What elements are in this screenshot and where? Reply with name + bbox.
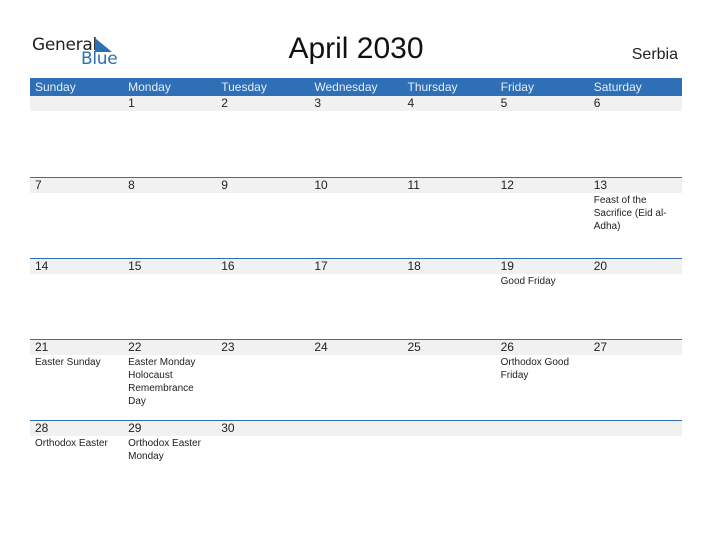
- event-row: Feast of the Sacrifice (Eid al-Adha): [30, 193, 682, 233]
- day-number-row: 1 2 3 4 5 6: [30, 96, 682, 111]
- holiday-label: [589, 355, 682, 408]
- day-number: 18: [407, 259, 421, 273]
- weekday-saturday: Saturday: [593, 80, 642, 94]
- day-number: 6: [593, 96, 601, 110]
- day-number: 28: [35, 421, 49, 435]
- holiday-label: Orthodox Easter: [35, 438, 108, 449]
- day-number-row: 21 22 23 24 25 26 27: [30, 340, 682, 355]
- holiday-label: [309, 111, 402, 112]
- day-number: 5: [500, 96, 508, 110]
- holiday-label: [589, 274, 682, 288]
- day-number: 4: [407, 96, 415, 110]
- day-number: 16: [221, 259, 235, 273]
- day-number: 27: [593, 340, 608, 354]
- day-number: 8: [128, 178, 135, 192]
- day-number: 1: [128, 96, 135, 110]
- holiday-label: [309, 436, 402, 463]
- holiday-label: [30, 193, 123, 233]
- holiday-label: [309, 355, 402, 408]
- day-number: [403, 421, 496, 436]
- holiday-label: [496, 111, 589, 112]
- holiday-label: [123, 274, 216, 288]
- day-number: [496, 421, 589, 436]
- day-number: 24: [314, 340, 328, 354]
- holiday-label: Feast of the Sacrifice (Eid al-Adha): [593, 195, 667, 232]
- holiday-label: [403, 436, 496, 463]
- day-number: 22: [128, 340, 142, 354]
- holiday-label: [216, 355, 309, 408]
- week-row: 21 22 23 24 25 26 27 Easter Sunday Easter Monday…: [30, 339, 682, 420]
- day-number: 14: [35, 259, 49, 273]
- holiday-label: [496, 193, 589, 233]
- holiday-label: Orthodox Easter Monday: [128, 438, 201, 462]
- day-number: 12: [500, 178, 514, 192]
- day-number: 20: [593, 259, 608, 273]
- holiday-label: [589, 436, 682, 463]
- holiday-label: [216, 436, 309, 463]
- holiday-label: Good Friday: [500, 276, 556, 287]
- weekday-monday: Monday: [128, 80, 171, 94]
- day-number: 19: [500, 259, 514, 273]
- holiday-label: [403, 111, 496, 112]
- event-row: Orthodox Easter Orthodox Easter Monday: [30, 436, 682, 463]
- day-number: 21: [35, 340, 49, 354]
- day-number: [589, 421, 682, 436]
- weekday-sunday: Sunday: [35, 80, 76, 94]
- week-row: 14 15 16 17 18 19 20 Good Friday: [30, 258, 682, 339]
- weekday-friday: Friday: [500, 80, 534, 94]
- day-number: 26: [500, 340, 514, 354]
- day-number: 13: [593, 178, 608, 192]
- holiday-label: [123, 111, 216, 112]
- country-label: Serbia: [631, 46, 678, 63]
- holiday-label: [216, 111, 309, 112]
- weekday-wednesday: Wednesday: [314, 80, 378, 94]
- holiday-label: [216, 274, 309, 288]
- day-number: 2: [221, 96, 228, 110]
- holiday-label: Orthodox Good Friday: [500, 357, 569, 381]
- weekday-header: Sunday Monday Tuesday Wednesday Thursday…: [30, 78, 682, 96]
- weekday-thursday: Thursday: [407, 80, 458, 94]
- holiday-label: [589, 111, 682, 112]
- week-row: 28 29 30 Orthodox Easter Orthodox Easter Mon…: [30, 420, 682, 501]
- holiday-label: [123, 193, 216, 233]
- day-number-row: 7 8 9 10 11 12 13: [30, 178, 682, 193]
- day-number: 30: [221, 421, 235, 435]
- holiday-label: [309, 193, 402, 233]
- holiday-label: [309, 274, 402, 288]
- holiday-label: Easter Monday Holocaust Remembrance Day: [128, 357, 196, 407]
- day-number: 10: [314, 178, 328, 192]
- day-number-row: 14 15 16 17 18 19 20: [30, 259, 682, 274]
- weekday-tuesday: Tuesday: [221, 80, 267, 94]
- holiday-label: [403, 274, 496, 288]
- day-number: 15: [128, 259, 142, 273]
- holiday-label: [30, 274, 123, 288]
- day-number: 11: [407, 178, 420, 192]
- holiday-label: [403, 193, 496, 233]
- weeks-container: 1 2 3 4 5 6 7 8 9 10 11 12 13 Feast of the Sacrifice …: [30, 96, 682, 501]
- day-number: [309, 421, 402, 436]
- calendar: Sunday Monday Tuesday Wednesday Thursday…: [30, 78, 682, 501]
- day-number: 7: [35, 178, 42, 192]
- day-number: 29: [128, 421, 142, 435]
- week-row: 1 2 3 4 5 6: [30, 96, 682, 177]
- day-number: 3: [314, 96, 322, 110]
- holiday-label: [403, 355, 496, 408]
- page-title: April 2030: [288, 32, 424, 65]
- holiday-label: [30, 111, 123, 112]
- day-number: 9: [221, 178, 228, 192]
- event-row: Easter Sunday Easter Monday Holocaust Rem…: [30, 355, 682, 408]
- holiday-label: Easter Sunday: [35, 357, 101, 368]
- day-number: [30, 96, 123, 111]
- event-row: [30, 111, 682, 112]
- day-number-row: 28 29 30: [30, 421, 682, 436]
- week-row: 7 8 9 10 11 12 13 Feast of the Sacrifice (Eid a…: [30, 177, 682, 258]
- holiday-label: [496, 436, 589, 463]
- day-number: 23: [221, 340, 235, 354]
- holiday-label: [216, 193, 309, 233]
- event-row: Good Friday: [30, 274, 682, 288]
- day-number: 25: [407, 340, 421, 354]
- day-number: 17: [314, 259, 328, 273]
